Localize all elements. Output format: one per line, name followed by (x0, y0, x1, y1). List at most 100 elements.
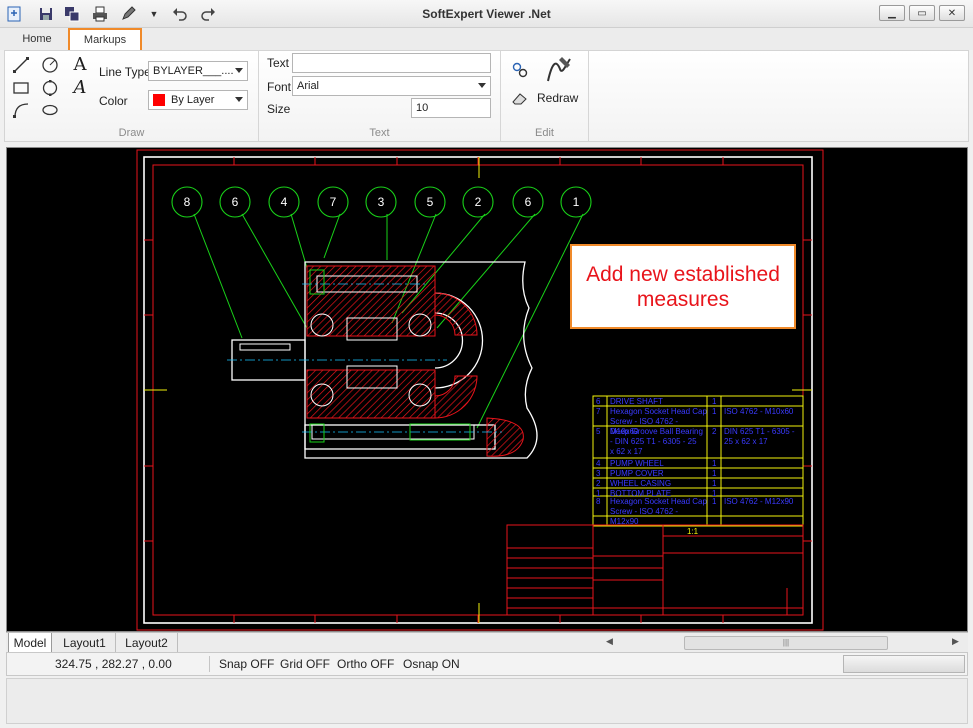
redraw-button[interactable]: Redraw (537, 91, 578, 105)
chevron-down-icon (478, 83, 486, 88)
rectangle-tool-icon[interactable] (10, 77, 32, 99)
text-input[interactable] (292, 53, 491, 73)
bom-item-no: 3 (596, 469, 601, 478)
edit-group-caption: Edit (535, 127, 554, 139)
bom-item-spec: ISO 4762 - M12x90 (724, 497, 794, 506)
scale-value: 1:1 (687, 527, 699, 536)
bom-item-no: 5 (596, 427, 601, 436)
font-label: Font (267, 80, 292, 94)
chevron-down-icon (235, 97, 243, 102)
minimize-button[interactable]: ▁ (879, 5, 905, 21)
color-select[interactable]: By Layer (148, 90, 248, 110)
scroll-right-icon[interactable]: ▶ (952, 636, 959, 647)
ribbon-tabs: Home Markups (0, 28, 973, 50)
arc-tool-icon[interactable] (10, 99, 32, 121)
tab-layout1[interactable]: Layout1 (54, 633, 116, 653)
title-bar: ▼ SoftExpert Viewer .Net ▁ ▭ ✕ (0, 0, 973, 28)
ortho-toggle[interactable]: Ortho OFF (337, 657, 394, 671)
balloon-callouts: 8 6 4 7 3 5 2 6 1 (171, 186, 592, 218)
grid-toggle[interactable]: Grid OFF (280, 657, 330, 671)
close-icon: ✕ (947, 7, 957, 19)
size-input[interactable]: 10 (411, 98, 491, 118)
bom-item-description: PUMP COVER (610, 469, 664, 478)
ellipse-tool-icon[interactable] (39, 99, 61, 121)
bottom-panel (6, 678, 968, 724)
close-button[interactable]: ✕ (939, 5, 965, 21)
draw-group-caption: Draw (118, 127, 145, 139)
maximize-icon: ▭ (917, 7, 927, 19)
snap-toggle[interactable]: Snap OFF (219, 657, 274, 671)
balloon-number: 6 (232, 195, 239, 209)
redraw-icon[interactable] (541, 55, 575, 85)
color-value: By Layer (171, 94, 215, 106)
minimize-icon: ▁ (888, 7, 896, 19)
font-select[interactable]: Arial (292, 76, 491, 96)
line-type-value: BYLAYER___.... (153, 65, 234, 77)
bom-item-spec: ISO 4762 - M10x60 (724, 407, 794, 416)
coordinates-readout: 324.75 , 282.27 , 0.00 (55, 657, 172, 671)
markup-annotation[interactable]: Add new established measures (570, 244, 796, 329)
bom-item-no: 8 (596, 497, 601, 506)
chevron-down-icon (235, 68, 243, 73)
color-swatch (153, 94, 165, 106)
progress-bar (843, 655, 965, 673)
horizontal-scrollbar-thumb[interactable]: ||| (684, 636, 888, 650)
tab-layout2[interactable]: Layout2 (116, 633, 178, 653)
bom-item-no: 4 (596, 459, 601, 468)
bom-item-no: 6 (596, 397, 601, 406)
bom-item-description: PUMP WHEEL (610, 459, 664, 468)
select-markup-icon[interactable] (509, 59, 531, 81)
size-label: Size (267, 102, 291, 116)
draw-group: A A Line Type BYLAYER___.... Color By La… (5, 51, 259, 141)
bom-item-qty: 1 (712, 479, 717, 488)
tab-home[interactable]: Home (10, 28, 64, 50)
balloon-number: 3 (378, 195, 385, 209)
text-label: Text (267, 56, 290, 70)
status-bar: 324.75 , 282.27 , 0.00 Snap OFF Grid OFF… (6, 652, 968, 676)
bill-of-materials: 6 DRIVE SHAFT 1 7 Hexagon Socket Head Cap Scr… (592, 395, 804, 527)
styled-text-tool-icon[interactable]: A (69, 76, 91, 98)
bom-item-qty: 1 (712, 469, 717, 478)
font-value: Arial (297, 80, 320, 92)
scroll-left-icon[interactable]: ◀ (606, 636, 613, 647)
bom-item-description: WHEEL CASING (610, 479, 671, 488)
layout-tabs-bar: Model Layout1 Layout2 ◀ ||| ▶ (6, 632, 968, 653)
bom-item-qty: 2 (712, 427, 717, 436)
text-group: Text Font Arial Size 10 Text (259, 51, 501, 141)
cad-drawing: 6 DRIVE SHAFT 1 7 Hexagon Socket Head Cap Scr… (136, 149, 824, 631)
bom-item-description: Deep Groove Ball Bearing - DIN 625 T1 - 6… (610, 427, 703, 456)
text-tool-icon[interactable]: A (69, 53, 91, 75)
line-type-select[interactable]: BYLAYER___.... (148, 61, 248, 81)
bom-item-spec: DIN 625 T1 - 6305 -25 x 62 x 17 (724, 427, 795, 446)
tab-model[interactable]: Model (8, 633, 52, 653)
ribbon: A A Line Type BYLAYER___.... Color By La… (4, 50, 969, 142)
edit-group: Redraw Edit (501, 51, 589, 141)
balloon-number: 8 (184, 195, 191, 209)
balloon-number: 1 (573, 195, 580, 209)
eraser-icon[interactable] (509, 87, 531, 109)
line-tool-icon[interactable] (10, 54, 32, 76)
circle-tool-icon[interactable] (39, 77, 61, 99)
drawing-canvas[interactable]: 6 DRIVE SHAFT 1 7 Hexagon Socket Head Cap Scr… (6, 147, 968, 632)
bom-item-description: Hexagon Socket Head Cap Screw - ISO 4762 … (610, 497, 708, 526)
osnap-toggle[interactable]: Osnap ON (403, 657, 460, 671)
circle-radius-tool-icon[interactable] (39, 54, 61, 76)
maximize-button[interactable]: ▭ (909, 5, 935, 21)
window-title: SoftExpert Viewer .Net (422, 7, 551, 21)
bom-item-qty: 1 (712, 397, 717, 406)
tab-markups[interactable]: Markups (68, 28, 142, 50)
balloon-number: 4 (281, 195, 288, 209)
bom-item-no: 2 (596, 479, 601, 488)
text-group-caption: Text (369, 127, 390, 139)
line-type-label: Line Type (99, 65, 151, 79)
color-label: Color (99, 94, 128, 108)
balloon-number: 5 (427, 195, 434, 209)
size-value: 10 (416, 102, 429, 114)
bom-item-qty: 1 (712, 407, 717, 416)
status-divider (209, 656, 210, 672)
bom-item-no: 7 (596, 407, 601, 416)
balloon-number: 7 (330, 195, 337, 209)
bom-item-qty: 1 (712, 459, 717, 468)
bom-item-qty: 1 (712, 497, 717, 506)
balloon-number: 2 (475, 195, 482, 209)
